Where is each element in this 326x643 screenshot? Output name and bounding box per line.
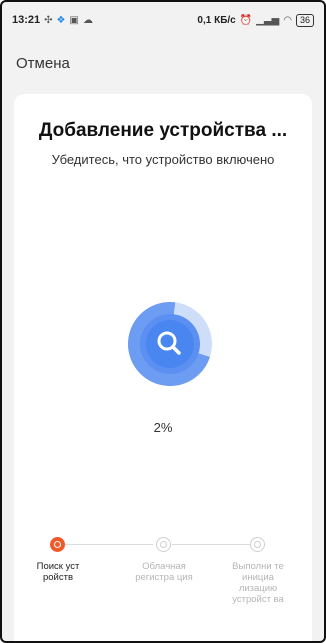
cloud-step-icon xyxy=(160,541,167,548)
status-bar: 13:21 ✣ ❖ ▣ ☁ 0,1 КБ/с ⏰ ▁▃▅ ◠ 36 xyxy=(2,2,324,38)
step-connector-1 xyxy=(65,544,153,545)
signal-icon: ▁▃▅ xyxy=(256,14,280,26)
status-left: 13:21 ✣ ❖ ▣ ☁ xyxy=(12,14,93,26)
alarm-icon: ⏰ xyxy=(239,14,253,26)
progress-inner xyxy=(146,320,194,368)
step-1-indicator xyxy=(50,537,65,552)
step-3-label: Выполни те инициа лизацию устройст ва xyxy=(232,561,284,605)
step-1-label: Поиск уст ройств xyxy=(36,561,80,583)
step-3-indicator xyxy=(250,537,265,552)
battery-indicator: 36 xyxy=(295,13,314,27)
network-speed: 0,1 КБ/с xyxy=(197,14,236,26)
step-connector-2 xyxy=(172,544,258,545)
step-2-label: Облачная регистра ция xyxy=(135,561,193,583)
phone-frame: 13:21 ✣ ❖ ▣ ☁ 0,1 КБ/с ⏰ ▁▃▅ ◠ 36 Отмена… xyxy=(0,0,326,643)
wifi-icon: ◠ xyxy=(283,14,292,26)
cancel-button[interactable]: Отмена xyxy=(16,55,70,72)
progress-percent: 2% xyxy=(153,420,173,435)
cloud-icon: ☁ xyxy=(82,14,93,26)
status-right: 0,1 КБ/с ⏰ ▁▃▅ ◠ 36 xyxy=(197,13,314,27)
app-icon: ❖ xyxy=(56,14,66,26)
page-title: Добавление устройства ... xyxy=(38,120,288,141)
clock: 13:21 xyxy=(12,14,41,26)
add-device-card: Добавление устройства ... Убедитесь, что… xyxy=(14,94,312,641)
page-subtitle: Убедитесь, что устройство включено xyxy=(51,152,275,167)
search-progress-ring xyxy=(124,298,216,390)
step-2-indicator xyxy=(156,537,171,552)
init-step-icon xyxy=(254,541,261,548)
image-icon: ▣ xyxy=(69,14,79,26)
fan-icon: ✣ xyxy=(44,14,53,26)
